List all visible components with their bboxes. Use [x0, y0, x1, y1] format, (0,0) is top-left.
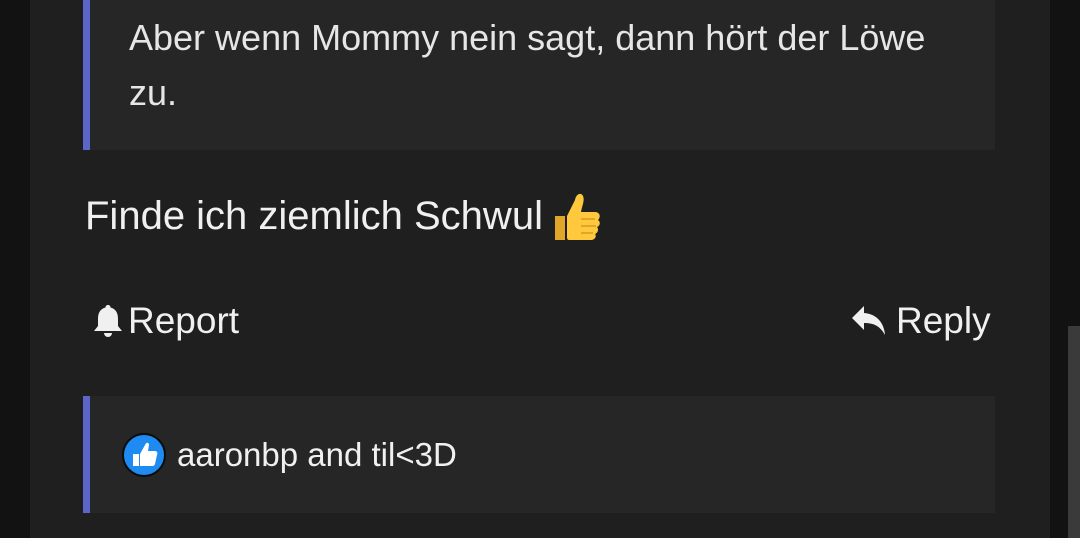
reply-arrow-icon — [850, 304, 888, 338]
quote-block: Aber wenn Mommy nein sagt, dann hört der… — [83, 0, 995, 150]
reply-label: Reply — [896, 300, 991, 341]
message-text: Finde ich ziemlich Schwul — [85, 194, 543, 238]
reactions-bar[interactable]: aaronbp and til<3D — [83, 396, 995, 513]
forum-post: Aber wenn Mommy nein sagt, dann hört der… — [30, 0, 1050, 538]
bell-icon — [92, 303, 124, 339]
message-body: Finde ich ziemlich Schwul — [85, 186, 605, 246]
page: Aber wenn Mommy nein sagt, dann hört der… — [0, 0, 1080, 538]
like-badge-icon — [122, 432, 166, 477]
scrollbar[interactable] — [1068, 326, 1080, 538]
quote-text: Aber wenn Mommy nein sagt, dann hört der… — [129, 17, 926, 113]
report-button[interactable]: Report — [92, 296, 239, 346]
thumbs-up-icon — [545, 186, 605, 246]
report-label: Report — [128, 300, 240, 341]
reaction-users: aaronbp and til<3D — [177, 435, 457, 473]
reply-button[interactable]: Reply — [850, 296, 991, 346]
